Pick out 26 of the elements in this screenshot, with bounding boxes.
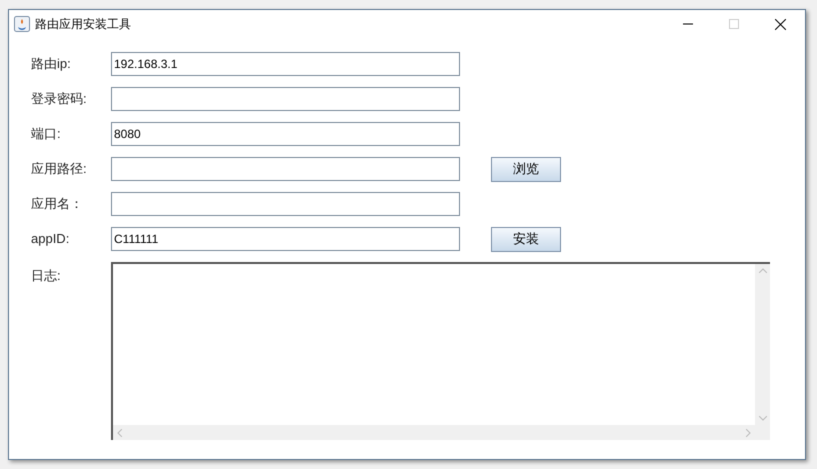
input-field[interactable]	[111, 157, 460, 181]
field-label: 应用名：	[31, 195, 84, 214]
scroll-up-icon	[758, 268, 766, 273]
field-label: 应用路径:	[31, 160, 88, 178]
app-icon	[14, 16, 30, 32]
horizontal-scrollbar[interactable]	[113, 425, 755, 440]
input-field[interactable]: 192.168.3.1	[111, 52, 460, 76]
action-button[interactable]: 安装	[491, 226, 561, 252]
field-label: appID:	[31, 230, 70, 248]
scroll-left-icon	[117, 428, 122, 436]
scroll-down-icon	[758, 416, 766, 421]
scroll-right-icon	[746, 428, 751, 436]
log-area[interactable]	[111, 262, 770, 440]
input-field[interactable]: C111111	[111, 227, 460, 251]
log-label: 日志:	[31, 267, 62, 285]
input-field[interactable]	[111, 87, 460, 111]
maximize-icon	[729, 19, 739, 29]
input-field[interactable]: 8080	[111, 122, 460, 146]
field-label: 登录密码:	[31, 90, 88, 108]
window-title: 路由应用安装工具	[35, 16, 131, 33]
field-label: 端口:	[31, 125, 62, 144]
close-icon	[774, 18, 786, 30]
vertical-scrollbar[interactable]	[755, 264, 770, 425]
action-button[interactable]: 浏览	[491, 156, 561, 182]
field-label: 路由ip:	[31, 55, 72, 74]
input-field[interactable]	[111, 192, 460, 216]
